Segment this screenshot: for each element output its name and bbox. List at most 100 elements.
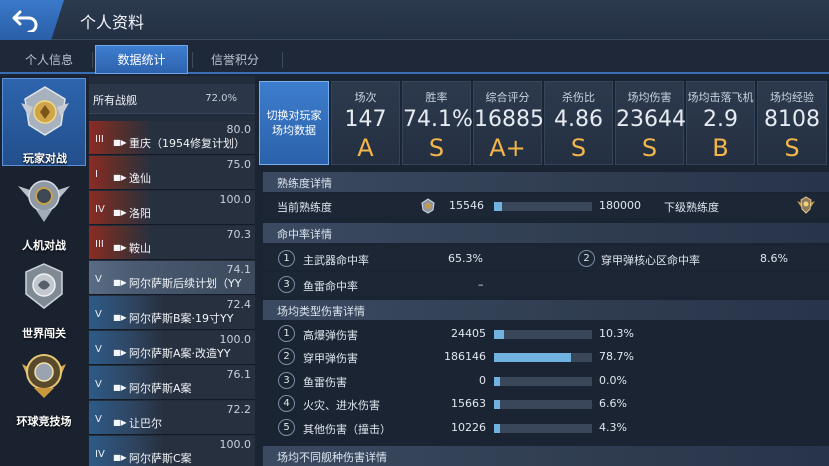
stat-label: 场均击落飞机 [687, 91, 754, 104]
section-accuracy-header: 命中率详情 [263, 223, 829, 243]
ship-row[interactable]: IV ■▶ 阿尔萨斯C案 100.0 [89, 436, 255, 466]
tab-reputation[interactable]: 信誉积分 [196, 45, 274, 74]
stat-grade: A [357, 134, 374, 162]
ship-row[interactable]: IV ■▶ 洛阳 100.0 [89, 191, 255, 225]
ship-tier: V [95, 274, 102, 285]
all-ships-pct: 72.0% [205, 93, 237, 104]
ship-type-icon: ■▶ [113, 138, 127, 147]
mode-pve[interactable]: 人机对战 [2, 166, 86, 254]
ship-type-icon: ■▶ [113, 313, 127, 322]
stat-card-exp: 场均经验 8108 S [757, 81, 827, 165]
all-ships-label: 所有战舰 [93, 94, 137, 107]
stat-card-planes: 场均击落飞机 2.9 B [686, 81, 755, 165]
ship-name: 阿尔萨斯A案 [129, 382, 192, 395]
tab-divider [282, 52, 283, 68]
damage-value: 10226 [451, 421, 486, 434]
ship-value: 70.3 [226, 228, 252, 241]
ship-tier: V [95, 309, 102, 320]
pve-emblem-icon [18, 180, 70, 222]
ship-value: 74.1 [226, 263, 252, 276]
ship-value: 72.4 [226, 298, 252, 311]
damage-pct: 10.3% [599, 327, 634, 340]
ship-value: 72.2 [226, 403, 252, 416]
mode-world-label: 世界闯关 [22, 327, 66, 340]
damage-value: 186146 [444, 350, 486, 363]
ship-tier: I [95, 169, 98, 180]
damage-pct: 78.7% [599, 350, 634, 363]
stat-label: 杀伤比 [562, 91, 595, 104]
ship-row[interactable]: V ■▶ 让巴尔 72.2 [89, 401, 255, 435]
ship-value: 100.0 [219, 193, 252, 206]
ship-name: 让巴尔 [129, 417, 162, 430]
ship-name: 阿尔萨斯后续计划（YY [129, 277, 242, 290]
stat-card-battles: 场次 147 A [331, 81, 400, 165]
damage-bar-fill [494, 424, 500, 433]
max-proficiency-value: 180000 [599, 199, 641, 212]
ship-value: 100.0 [219, 333, 252, 346]
ship-row[interactable]: V ■▶ 阿尔萨斯B案·19寸YY 72.4 [89, 296, 255, 330]
mode-pvp[interactable]: 玩家对战 [2, 78, 86, 166]
stat-label: 综合评分 [485, 91, 530, 104]
tab-data-stats[interactable]: 数据统计 [95, 45, 188, 74]
tab-personal-info[interactable]: 个人信息 [10, 45, 88, 74]
damage-bar-fill [494, 353, 572, 362]
stat-label: 胜率 [425, 91, 448, 104]
stat-card-kd: 杀伤比 4.86 S [544, 81, 613, 165]
back-arrow-icon [12, 10, 38, 32]
tab-divider [192, 52, 193, 68]
ship-row-selected[interactable]: V ■▶ 阿尔萨斯后续计划（YY 74.1 [89, 261, 255, 295]
stat-value: 147 [344, 107, 387, 132]
damage-bar [494, 424, 592, 433]
mode-arena[interactable]: 环球竞技场 [2, 342, 86, 430]
ship-name: 阿尔萨斯B案·19寸YY [129, 312, 234, 325]
mode-arena-label: 环球竞技场 [16, 415, 72, 428]
ship-tier: III [95, 134, 104, 145]
ship-name: 洛阳 [129, 207, 151, 220]
switch-average-data-button[interactable]: 切换对玩家场均数据 [259, 81, 329, 165]
proficiency-bar [494, 202, 592, 211]
ship-row[interactable]: V ■▶ 阿尔萨斯A案 76.1 [89, 366, 255, 400]
damage-bar-fill [494, 330, 505, 339]
ship-type-icon: ■▶ [113, 208, 127, 217]
damage-label: 高爆弹伤害 [303, 329, 358, 342]
mode-world[interactable]: 世界闯关 [2, 254, 86, 342]
stat-value: 16885 [474, 107, 544, 132]
world-emblem-icon [25, 263, 63, 309]
next-proficiency-label: 下级熟练度 [664, 201, 719, 214]
ship-tier: III [95, 239, 104, 250]
ship-type-icon: ■▶ [113, 173, 127, 182]
accuracy-value: 8.6% [760, 252, 788, 265]
next-rank-icon [797, 196, 815, 214]
ship-type-icon: ■▶ [113, 453, 127, 462]
damage-bar-fill [494, 400, 501, 409]
ship-name: 阿尔萨斯C案 [129, 452, 192, 465]
arena-emblem-icon [22, 354, 66, 398]
ship-row[interactable]: V ■▶ 阿尔萨斯A案·改造YY 100.0 [89, 331, 255, 365]
ship-row[interactable]: I ■▶ 逸仙 75.0 [89, 156, 255, 190]
ship-tier: IV [95, 204, 105, 215]
stat-grade: S [428, 134, 445, 162]
index-badge: 4 [278, 395, 295, 412]
damage-label: 火灾、进水伤害 [303, 399, 380, 412]
index-badge: 3 [278, 276, 295, 293]
ship-row[interactable]: III ■▶ 鞍山 70.3 [89, 226, 255, 260]
ship-type-icon: ■▶ [113, 348, 127, 357]
ship-value: 100.0 [219, 438, 252, 451]
ship-type-icon: ■▶ [113, 278, 127, 287]
stat-value: 4.86 [554, 107, 603, 132]
damage-value: 15663 [451, 397, 486, 410]
damage-pct: 6.6% [599, 397, 627, 410]
damage-bar [494, 400, 592, 409]
accuracy-value: 65.3% [448, 252, 483, 265]
index-badge: 5 [278, 419, 295, 436]
damage-pct: 0.0% [599, 374, 627, 387]
ship-value: 76.1 [226, 368, 252, 381]
ship-tier: IV [95, 449, 105, 460]
ship-type-icon: ■▶ [113, 243, 127, 252]
all-ships-row[interactable]: 所有战舰 72.0% [89, 84, 255, 114]
ship-type-icon: ■▶ [113, 418, 127, 427]
stat-label: 场次 [354, 91, 377, 104]
tab-divider [92, 52, 93, 68]
ship-row[interactable]: III ■▶ 重庆（1954修复计划） 80.0 [89, 121, 255, 155]
stat-value: 236441 [616, 107, 700, 132]
